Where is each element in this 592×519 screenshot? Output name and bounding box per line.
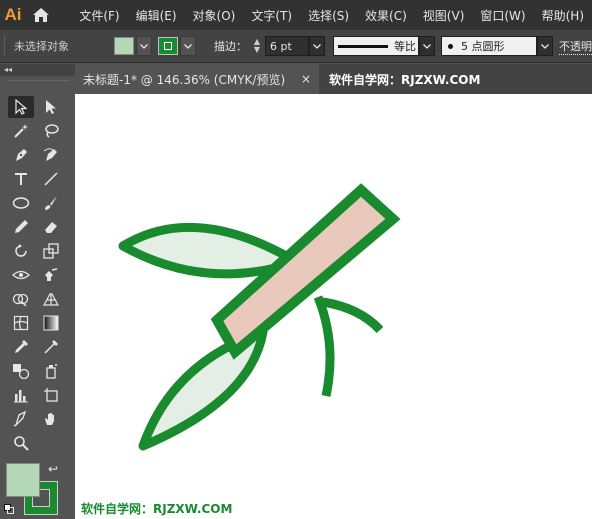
app-logo: Ai [4,5,22,24]
brush-definition[interactable]: 5 点圆形 [441,36,537,56]
chevron-down-icon [541,43,549,49]
profile-dropdown[interactable] [419,36,435,56]
menu-object[interactable]: 对象(O) [185,7,244,24]
menu-help[interactable]: 帮助(H) [534,7,592,24]
ellipse-tool-icon[interactable] [8,192,34,214]
measure-tool-icon[interactable] [38,336,64,358]
paintbrush-tool-icon[interactable] [38,192,64,214]
watermark-top: 软件自学网：RJZXW.COM [329,72,481,87]
variable-width-profile[interactable]: 等比 [333,36,419,56]
menu-view[interactable]: 视图(V) [415,7,473,24]
branch-twig [322,297,384,334]
menu-type[interactable]: 文字(T) [243,7,300,24]
pen-tool-icon[interactable] [8,144,34,166]
document-tab-bar: 未标题-1* @ 146.36% (CMYK/预览) × 软件自学网：RJZXW… [75,64,592,94]
fill-dropdown[interactable] [136,36,152,56]
stroke-color-swatch[interactable] [158,37,178,55]
blend-tool-icon[interactable] [8,360,34,382]
selection-status: 未选择对象 [14,40,69,53]
eyedropper-tool-icon[interactable] [8,336,34,358]
fill-color-swatch[interactable] [114,37,134,55]
menu-window[interactable]: 窗口(W) [472,7,533,24]
gradient-tool-icon[interactable] [38,312,64,334]
profile-label: 等比 [394,40,416,53]
rotate-tool-icon[interactable] [8,240,34,262]
panel-grip[interactable] [4,36,10,56]
menu-file[interactable]: 文件(F) [71,7,127,24]
mesh-tool-icon[interactable] [8,312,34,334]
pencil-tool-icon[interactable] [8,216,34,238]
menu-bar: Ai 文件(F) 编辑(E) 对象(O) 文字(T) 选择(S) 效果(C) 视… [0,0,592,30]
branch-stem [313,295,335,397]
selection-tool-icon[interactable] [8,96,34,118]
toolbar-grip[interactable] [6,80,69,88]
stroke-weight-input[interactable]: 6 pt [265,36,309,56]
document-tab-title: 未标题-1* @ 146.36% (CMYK/预览) [83,72,286,87]
brush-dot-icon [448,43,453,49]
toolbar-collapse-icon[interactable]: ◂◂ [0,64,75,76]
stroke-swatch-inner [164,42,172,50]
zoom-tool-icon[interactable] [8,432,34,454]
brush-label: 5 点圆形 [461,40,505,53]
close-icon[interactable]: × [301,72,311,86]
shape-builder-tool-icon[interactable] [8,288,34,310]
menu-effect[interactable]: 效果(C) [357,7,415,24]
brush-dropdown[interactable] [537,36,553,56]
chevron-down-icon [313,43,321,49]
control-bar: 未选择对象 描边： ▲ ▼ 6 pt 等比 5 点圆形 不透明 [0,30,592,63]
column-graph-tool-icon[interactable] [8,384,34,406]
profile-line-icon [338,44,388,48]
width-tool-icon[interactable] [8,264,34,286]
home-icon[interactable] [26,0,55,30]
eraser-tool-icon[interactable] [38,216,64,238]
stroke-label[interactable]: 描边： [214,38,247,54]
lasso-tool-icon[interactable] [38,120,64,142]
stroke-weight-stepper[interactable]: ▲ ▼ [251,36,263,56]
slice-tool-icon[interactable] [8,408,34,430]
fill-swatch-large[interactable] [6,463,40,497]
opacity-label[interactable]: 不透明 [559,38,592,55]
type-tool-icon[interactable] [8,168,34,190]
scale-tool-icon[interactable] [38,240,64,262]
puppet-warp-tool-icon[interactable] [38,264,64,286]
perspective-grid-tool-icon[interactable] [38,288,64,310]
symbol-sprayer-tool-icon[interactable] [38,360,64,382]
menu-edit[interactable]: 编辑(E) [128,7,185,24]
stroke-dropdown[interactable] [180,36,196,56]
bamboo-artwork[interactable] [75,94,592,519]
chevron-down-icon [184,43,192,49]
artboard-tool-icon[interactable] [38,384,64,406]
spin-down-icon[interactable]: ▼ [254,46,260,54]
line-segment-tool-icon[interactable] [38,168,64,190]
tools-panel: ◂◂ ↩ [0,64,75,519]
stroke-weight-dropdown[interactable] [309,36,325,56]
artboard-canvas[interactable]: 软件自学网：RJZXW.COM [75,94,592,519]
default-colors-icon[interactable] [4,504,14,514]
tab-document[interactable]: 未标题-1* @ 146.36% (CMYK/预览) × [75,64,319,94]
chevron-down-icon [423,43,431,49]
magic-wand-tool-icon[interactable] [8,120,34,142]
hand-tool-icon[interactable] [38,408,64,430]
swap-fill-stroke-icon[interactable]: ↩ [48,462,58,476]
direct-selection-tool-icon[interactable] [38,96,64,118]
menu-select[interactable]: 选择(S) [300,7,357,24]
watermark-bottom: 软件自学网：RJZXW.COM [81,502,233,516]
curvature-tool-icon[interactable] [38,144,64,166]
chevron-down-icon [140,43,148,49]
